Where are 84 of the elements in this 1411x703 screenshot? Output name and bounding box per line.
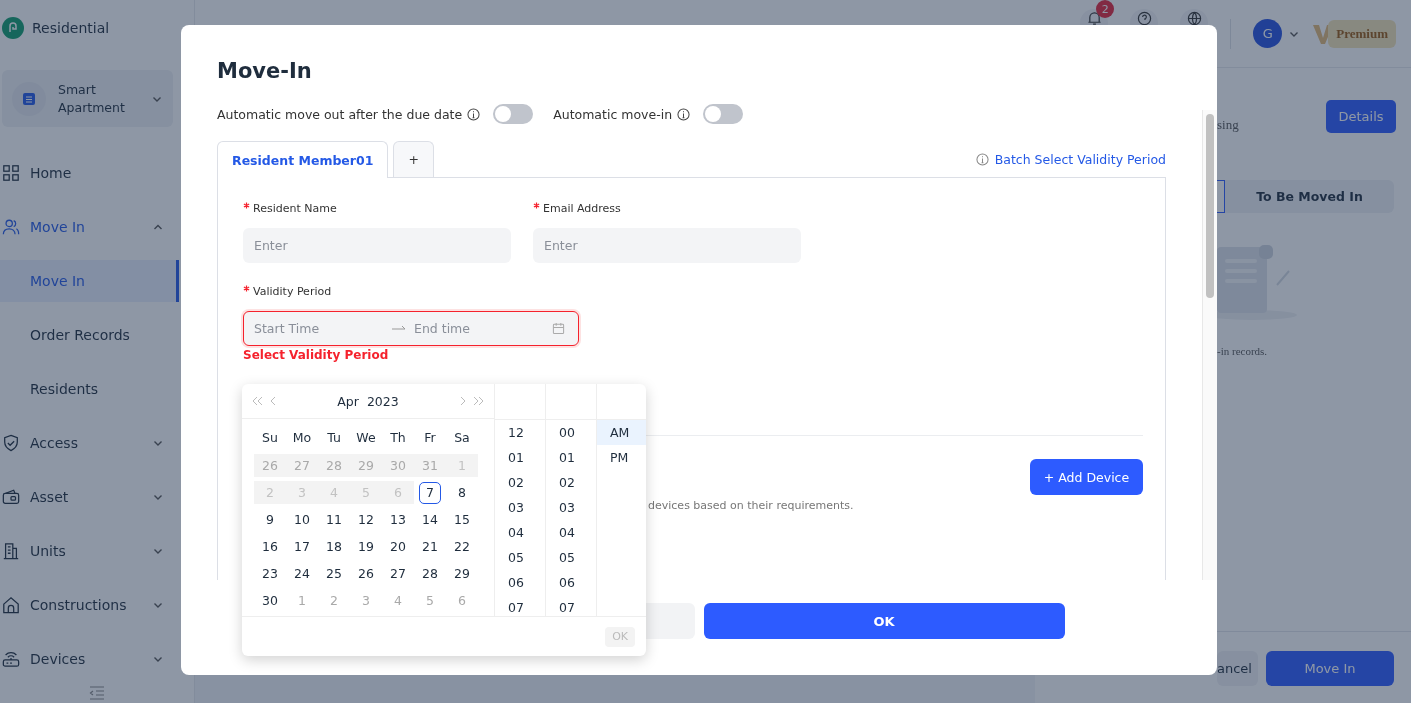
minute-option[interactable]: 05: [546, 545, 596, 570]
calendar-day[interactable]: 16: [254, 535, 286, 558]
calendar-day[interactable]: 23: [254, 562, 286, 585]
calendar-day[interactable]: 30: [254, 589, 286, 612]
hour-option[interactable]: 05: [495, 545, 545, 570]
nav-subitem[interactable]: Residents: [0, 362, 179, 416]
minute-option[interactable]: 01: [546, 445, 596, 470]
plan-badge: Premium: [1328, 19, 1396, 48]
toggle-label: Automatic move-in: [553, 106, 673, 122]
nav-group[interactable]: Constructions: [0, 578, 194, 632]
devices-hint: devices based on their requirements.: [648, 499, 854, 512]
hour-option[interactable]: 04: [495, 520, 545, 545]
panel-subtitle: sing: [1217, 117, 1239, 133]
add-device-button[interactable]: + Add Device: [1030, 459, 1143, 495]
app-name: Residential: [32, 20, 110, 36]
nav-group[interactable]: Asset: [0, 470, 194, 524]
weekday-label: Sa: [453, 428, 471, 447]
calendar-day[interactable]: 22: [446, 535, 478, 558]
minute-option[interactable]: 04: [546, 520, 596, 545]
weekday-label: Su: [261, 428, 279, 447]
dialog-title: Move-In: [217, 59, 313, 83]
start-time-input[interactable]: Start Time: [254, 321, 384, 336]
calendar-day[interactable]: 8: [446, 481, 478, 504]
weekday-label: Fr: [423, 428, 437, 447]
end-time-input[interactable]: End time: [414, 321, 544, 336]
field-label: Validity Period: [253, 285, 332, 298]
calendar-day[interactable]: 20: [382, 535, 414, 558]
minute-option[interactable]: 02: [546, 470, 596, 495]
hour-option[interactable]: 03: [495, 495, 545, 520]
nav-item[interactable]: Home: [0, 146, 194, 200]
batch-select-link[interactable]: Batch Select Validity Period: [994, 152, 1166, 167]
calendar-day[interactable]: 27: [382, 562, 414, 585]
hour-option[interactable]: 12: [495, 420, 545, 445]
year-label[interactable]: 2023: [366, 393, 399, 409]
hour-option[interactable]: 07: [495, 595, 545, 620]
calendar-day[interactable]: 25: [318, 562, 350, 585]
notification-badge: 2: [1096, 0, 1115, 18]
ok-button[interactable]: OK: [703, 603, 1065, 639]
hour-option[interactable]: 06: [495, 570, 545, 595]
minute-option[interactable]: 00: [546, 420, 596, 445]
nav-group[interactable]: Access: [0, 416, 194, 470]
input-field[interactable]: Enter: [533, 228, 801, 263]
minute-option[interactable]: 03: [546, 495, 596, 520]
nav-group[interactable]: Devices: [0, 632, 194, 686]
status-tab[interactable]: To Be Moved In: [1225, 180, 1394, 213]
calendar-day[interactable]: 11: [318, 508, 350, 531]
cancel-button[interactable]: ancel: [1217, 650, 1258, 686]
calendar-day[interactable]: 15: [446, 508, 478, 531]
weekday-label: Th: [389, 428, 407, 447]
calendar-day[interactable]: 12: [350, 508, 382, 531]
weekday-label: Tu: [326, 428, 342, 447]
hour-option[interactable]: 02: [495, 470, 545, 495]
hour-option[interactable]: 01: [495, 445, 545, 470]
project-selector[interactable]: Smart Apartment: [2, 70, 173, 127]
error-message: Select Validity Period: [243, 348, 390, 362]
calendar-day[interactable]: 24: [286, 562, 318, 585]
field-label: Email Address: [543, 202, 621, 215]
weekday-label: Mo: [291, 428, 313, 447]
nav-subitem[interactable]: Order Records: [0, 308, 179, 362]
weekday-label: We: [355, 428, 377, 447]
calendar-day[interactable]: 19: [350, 535, 382, 558]
field-label: Resident Name: [253, 202, 337, 215]
calendar-day[interactable]: 10: [286, 508, 318, 531]
nav-group[interactable]: Units: [0, 524, 194, 578]
minute-option[interactable]: 07: [546, 595, 596, 620]
month-label[interactable]: Apr: [337, 393, 359, 409]
minute-option[interactable]: 06: [546, 570, 596, 595]
period-option[interactable]: AM: [597, 420, 646, 445]
empty-message: -in records.: [1217, 345, 1269, 357]
input-field[interactable]: Enter: [243, 228, 511, 263]
calendar-day[interactable]: 17: [286, 535, 318, 558]
calendar-day[interactable]: 9: [254, 508, 286, 531]
calendar-day[interactable]: 14: [414, 508, 446, 531]
calendar-day[interactable]: 29: [446, 562, 478, 585]
calendar-day[interactable]: 21: [414, 535, 446, 558]
member-tab[interactable]: Resident Member01: [217, 141, 389, 178]
calendar-day[interactable]: 28: [414, 562, 446, 585]
calendar-day[interactable]: 18: [318, 535, 350, 558]
calendar-day[interactable]: 13: [382, 508, 414, 531]
period-option[interactable]: PM: [597, 445, 646, 470]
date-range-field[interactable]: Start Time End time: [243, 311, 579, 346]
toggle-label: Automatic move out after the due date: [217, 106, 463, 122]
calendar-day[interactable]: 26: [350, 562, 382, 585]
member-tab[interactable]: +: [393, 141, 434, 177]
